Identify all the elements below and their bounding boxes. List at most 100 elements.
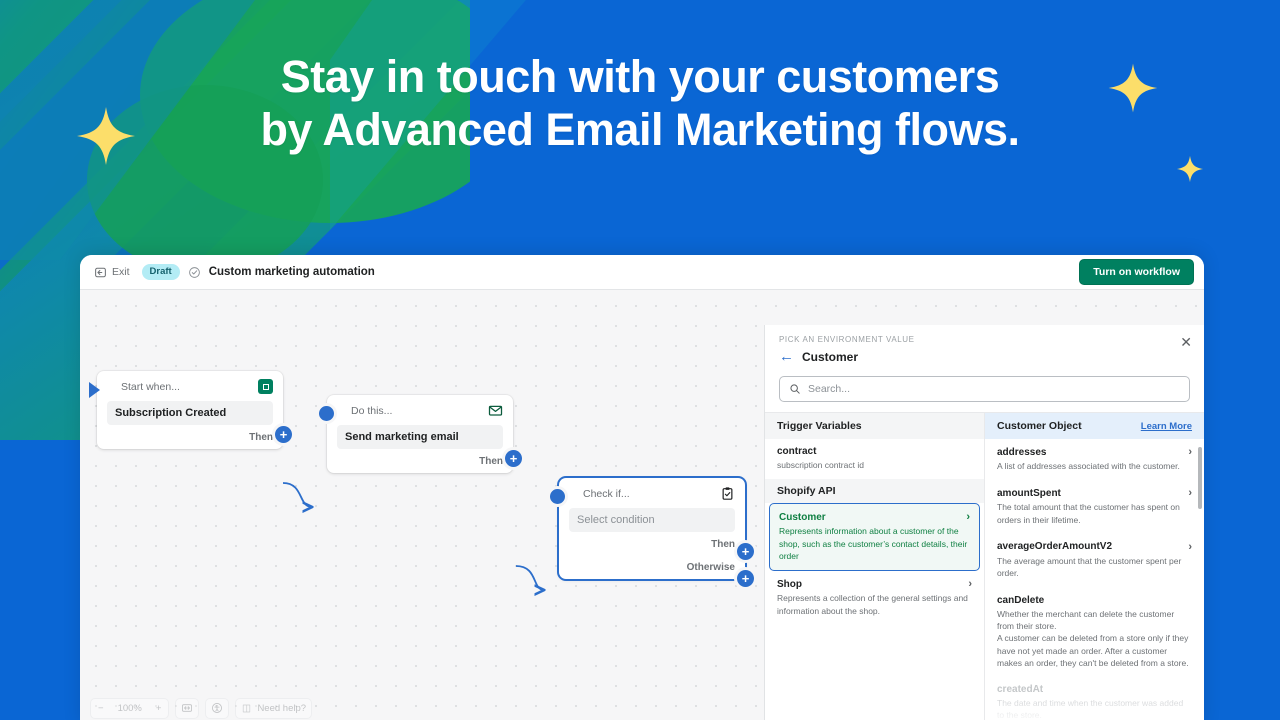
panel-kicker: PICK AN ENVIRONMENT VALUE [779, 335, 915, 344]
list-item-averageorderamountv2-desc: The average amount that the customer spe… [997, 555, 1182, 579]
app-topbar: Exit Draft Custom marketing automation T… [80, 255, 1204, 290]
list-item-contract[interactable]: contract subscription contract id [765, 439, 984, 479]
list-item-averageorderamountv2-name: averageOrderAmountV2 [997, 541, 1113, 553]
accessibility-icon [212, 703, 223, 713]
search-box[interactable] [779, 376, 1190, 402]
trigger-square-icon [258, 379, 273, 394]
list-item-candelete-title: canDelete [997, 595, 1192, 606]
accessibility-button[interactable] [205, 697, 230, 719]
list-item-createdat-desc: The date and time when the customer was … [997, 698, 1184, 720]
list-item-averageorderamountv2[interactable]: averageOrderAmountV2 › The average amoun… [985, 534, 1204, 588]
panel-search-wrap [765, 370, 1204, 412]
page-title: Custom marketing automation [208, 266, 375, 278]
flow-node-condition-head-label: Check if... [583, 487, 630, 500]
zoom-in-button[interactable]: + [149, 699, 169, 718]
flow-node-trigger-head-label: Start when... [121, 380, 180, 393]
need-help-label: Need help? [257, 702, 307, 714]
search-input[interactable] [808, 383, 1180, 395]
list-item-createdat[interactable]: createdAt The date and time when the cus… [985, 677, 1204, 720]
list-item-candelete[interactable]: canDelete Whether the merchant can delet… [985, 588, 1204, 678]
close-icon[interactable]: ✕ [1180, 335, 1192, 349]
flow-node-trigger-value[interactable]: Subscription Created [107, 401, 273, 425]
list-item-amountspent-name: amountSpent [997, 487, 1061, 499]
flow-node-action-input-dot [319, 406, 334, 421]
list-item-contract-title: contract [777, 446, 972, 457]
hero-line-1: Stay in touch with your customers [280, 51, 1000, 102]
list-item-candelete-desc: Whether the merchant can delete the cust… [997, 608, 1189, 668]
check-circle-icon [188, 266, 201, 279]
learn-more-link[interactable]: Learn More [1141, 421, 1192, 432]
hero-headline: Stay in touch with your customers by Adv… [0, 50, 1280, 156]
environment-value-panel: PICK AN ENVIRONMENT VALUE ← Customer ✕ S… [764, 325, 1204, 720]
section-shopify-api: Shopify API [765, 479, 984, 504]
list-item-addresses-desc: A list of addresses associated with the … [997, 461, 1180, 471]
flow-canvas[interactable]: Start when... Subscription Created Then … [80, 290, 1204, 720]
chevron-right-icon: › [966, 511, 970, 524]
list-item-customer[interactable]: Customer › Represents information about … [769, 503, 980, 572]
flow-node-condition-branch-then: Then [711, 539, 735, 550]
panel-scrollbar[interactable] [1198, 447, 1202, 509]
flow-node-action[interactable]: Do this... Send marketing email Then + [319, 395, 522, 473]
zoom-controls[interactable]: − 100% + [90, 697, 170, 719]
flow-node-condition-branch-otherwise: Otherwise [686, 562, 735, 573]
trigger-start-marker [89, 382, 100, 398]
flow-node-trigger-footer: Then [107, 432, 273, 443]
status-badge: Draft [141, 263, 180, 281]
chevron-right-icon: › [1188, 446, 1192, 458]
section-shopify-api-title: Shopify API [777, 485, 972, 497]
trigger-variables-header: Trigger Variables [765, 413, 984, 439]
add-step-after-action-button[interactable]: + [505, 450, 522, 467]
flow-node-action-value[interactable]: Send marketing email [337, 425, 503, 449]
flow-node-action-branch-then: Then [479, 456, 503, 467]
sparkle-icon-small [1176, 155, 1204, 183]
list-item-addresses-name: addresses [997, 446, 1047, 458]
exit-button[interactable]: Exit [90, 264, 134, 281]
add-step-then-button[interactable]: + [737, 543, 754, 560]
list-item-customer-name: Customer [779, 511, 826, 523]
customer-object-column[interactable]: Customer Object Learn More addresses › A… [985, 413, 1204, 720]
flow-node-condition-footer-then: Then [569, 539, 735, 550]
flow-node-action-head-label: Do this... [351, 404, 393, 417]
list-item-amountspent[interactable]: amountSpent › The total amount that the … [985, 480, 1204, 534]
panel-header: PICK AN ENVIRONMENT VALUE ← Customer ✕ [765, 325, 1204, 370]
flow-node-trigger-header: Start when... [107, 379, 273, 394]
exit-icon [95, 267, 106, 277]
list-item-createdat-title: createdAt [997, 684, 1192, 695]
flow-node-trigger[interactable]: Start when... Subscription Created Then … [89, 371, 292, 449]
flow-node-condition-value[interactable]: Select condition [569, 508, 735, 532]
zoom-out-button[interactable]: − [91, 699, 111, 718]
need-help-button[interactable]: Need help? [235, 697, 313, 719]
chevron-right-icon: › [1188, 540, 1192, 553]
section-shopify-api-label: Shopify API [777, 485, 836, 498]
flow-node-condition-header: Check if... [569, 486, 735, 501]
search-icon [790, 384, 800, 394]
fit-to-screen-icon [182, 704, 193, 712]
list-item-averageorderamountv2-title: averageOrderAmountV2 › [997, 541, 1192, 553]
list-item-addresses[interactable]: addresses › A list of addresses associat… [985, 439, 1204, 480]
list-item-createdat-name: createdAt [997, 684, 1044, 696]
list-item-customer-title: Customer › [779, 511, 970, 523]
customer-object-header-label: Customer Object [997, 420, 1082, 432]
back-arrow-icon[interactable]: ← [779, 349, 794, 364]
list-item-amountspent-desc: The total amount that the customer has s… [997, 502, 1180, 525]
help-book-icon [243, 704, 251, 712]
app-window: Exit Draft Custom marketing automation T… [80, 255, 1204, 720]
clipboard-check-icon [722, 487, 733, 500]
list-item-shop[interactable]: Shop › Represents a collection of the ge… [765, 571, 984, 625]
list-item-shop-name: Shop [777, 578, 802, 590]
list-item-contract-desc: subscription contract id [777, 460, 864, 470]
panel-title: Customer [802, 349, 859, 364]
trigger-variables-column[interactable]: Trigger Variables contract subscription … [765, 413, 985, 720]
flow-node-action-header: Do this... [337, 403, 503, 418]
add-step-otherwise-button[interactable]: + [737, 570, 754, 587]
promo-banner: Stay in touch with your customers by Adv… [0, 0, 1280, 720]
list-item-shop-title: Shop › [777, 578, 972, 590]
turn-on-workflow-button[interactable]: Turn on workflow [1079, 259, 1194, 285]
chevron-right-icon: › [1188, 487, 1192, 500]
list-item-contract-name: contract [777, 446, 817, 457]
flow-node-action-footer: Then [337, 456, 503, 467]
flow-node-condition[interactable]: Check if... Select condition Then Otherw… [550, 478, 754, 587]
panel-title-row: ← Customer [779, 349, 1190, 364]
add-step-after-trigger-button[interactable]: + [275, 426, 292, 443]
fit-to-screen-button[interactable] [175, 697, 200, 719]
